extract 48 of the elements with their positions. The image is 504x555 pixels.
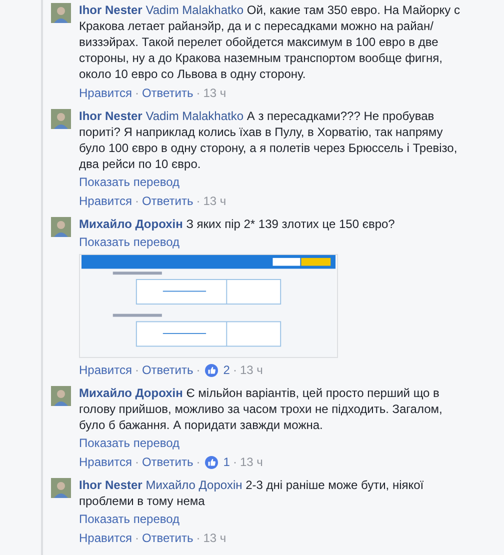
action-link[interactable]: Ответить bbox=[142, 530, 194, 546]
action-link[interactable]: Ответить bbox=[142, 362, 194, 378]
timestamp: 13 ч bbox=[240, 454, 263, 470]
avatar[interactable] bbox=[51, 109, 71, 129]
separator-dot: · bbox=[134, 85, 139, 101]
like-count[interactable]: 2 bbox=[223, 362, 230, 378]
avatar[interactable] bbox=[51, 217, 71, 237]
show-translation-link[interactable]: Показать перевод bbox=[79, 435, 180, 451]
action-link[interactable]: Ответить bbox=[142, 454, 194, 470]
comment-text: Ihor Nester Vadim Malakhatko А з пересадками??? Не пробував пориті? Я наприклад колись їхав в Пулу, в Хорватію, так напряму було 100 євро в одну сторону, а я полетів через Брюссель і Тревізо, два рейси по 10 євро. bbox=[79, 108, 458, 172]
timestamp: 13 ч bbox=[203, 193, 226, 209]
comment-text: Михайло Дорохін З яких пір 2* 139 злотих це 150 євро? bbox=[79, 216, 396, 232]
show-translation-link[interactable]: Показать перевод bbox=[79, 234, 180, 250]
action-link[interactable]: Ответить bbox=[142, 85, 194, 101]
action-link[interactable]: Нравится bbox=[79, 530, 132, 546]
comment-text: Ihor Nester Vadim Malakhatko Ой, какие там 350 евро. На Майорку с Кракова летает райанэйр, да и с пересадками можно на райан/виззэйрах. Такой перелет обойдется максимум в 100 евро в две стороны, ну а до Кракова наземным транспортом вообще фигня, около 10 евро со Львова в одну сторону. bbox=[79, 2, 462, 82]
show-translation-link[interactable]: Показать перевод bbox=[79, 511, 180, 527]
like-count[interactable]: 1 bbox=[223, 454, 230, 470]
action-link[interactable]: Нравится bbox=[79, 362, 132, 378]
mention-link[interactable]: Vadim Malakhatko bbox=[146, 3, 244, 17]
mention-link[interactable]: Михайло Дорохін bbox=[146, 478, 242, 492]
separator-dot: · bbox=[196, 193, 200, 209]
avatar[interactable] bbox=[51, 3, 71, 23]
comment-text: Ihor Nester Михайло Дорохін 2-3 дні раніше може бути, ніякої проблеми в тому нема bbox=[79, 477, 425, 509]
avatar[interactable] bbox=[51, 386, 71, 406]
action-link[interactable]: Нравится bbox=[79, 454, 132, 470]
separator-dot: · bbox=[232, 454, 237, 470]
like-icon bbox=[205, 364, 218, 376]
separator-dot: · bbox=[134, 193, 139, 209]
separator-dot: · bbox=[196, 454, 200, 470]
timestamp: 13 ч bbox=[203, 85, 226, 101]
comment-text: Михайло Дорохін Є мільйон варіантів, цей просто перший що в голову прийшов, можливо за часом трохи не підходить. Загалом, було б бажання. А поридати завжди можна. bbox=[79, 385, 444, 433]
mention-link[interactable]: Vadim Malakhatko bbox=[146, 109, 244, 123]
action-link[interactable]: Нравится bbox=[79, 85, 132, 101]
separator-dot: · bbox=[134, 362, 139, 378]
separator-dot: · bbox=[134, 454, 139, 470]
like-icon bbox=[205, 456, 218, 468]
action-link[interactable]: Ответить bbox=[142, 193, 194, 209]
separator-dot: · bbox=[232, 362, 237, 378]
avatar[interactable] bbox=[51, 478, 71, 498]
separator-dot: · bbox=[196, 85, 200, 101]
separator-dot: · bbox=[196, 362, 200, 378]
separator-dot: · bbox=[196, 530, 200, 546]
timestamp: 13 ч bbox=[203, 530, 226, 546]
action-link[interactable]: Нравится bbox=[79, 193, 132, 209]
show-translation-link[interactable]: Показать перевод bbox=[79, 174, 180, 190]
separator-dot: · bbox=[134, 530, 139, 546]
timestamp: 13 ч bbox=[240, 362, 263, 378]
